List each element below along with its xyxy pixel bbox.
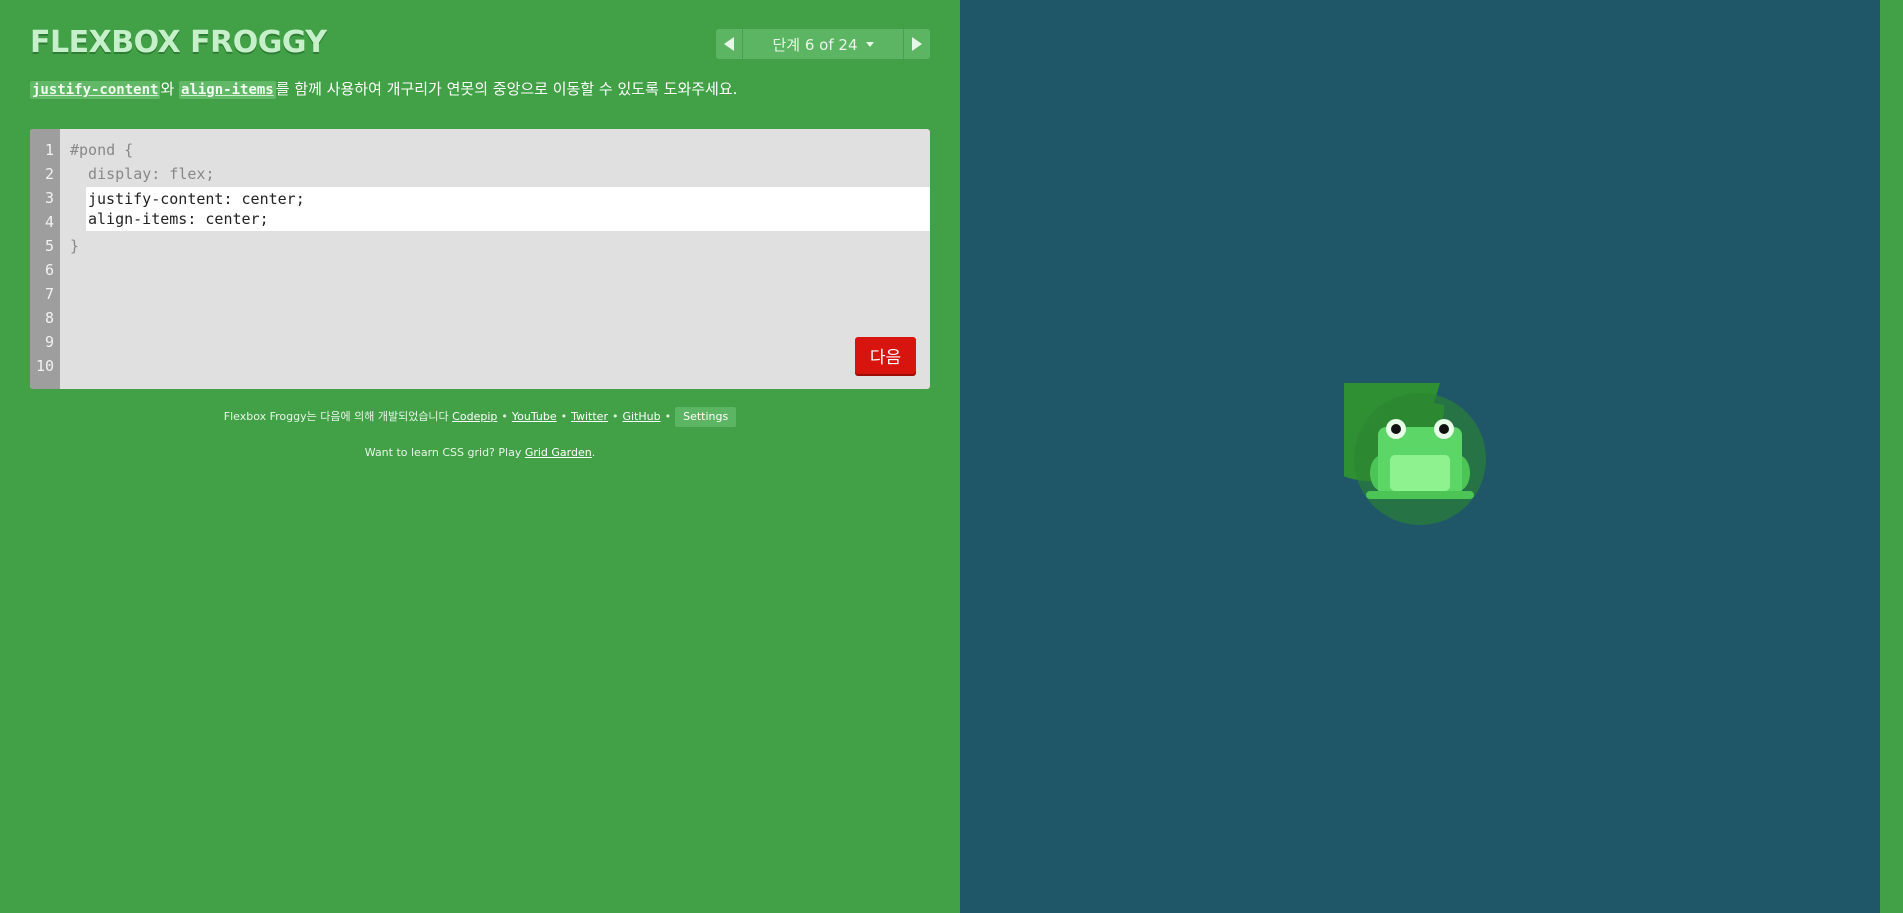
- arrow-right-icon: [912, 37, 922, 51]
- line-number: 6: [44, 261, 54, 279]
- line-number: 1: [44, 141, 54, 159]
- separator: •: [501, 410, 508, 423]
- caret-down-icon: [865, 41, 874, 47]
- code-line-selector: #pond {: [70, 141, 134, 159]
- line-number: 9: [44, 333, 54, 351]
- youtube-link[interactable]: YouTube: [512, 410, 557, 423]
- css-code-input[interactable]: justify-content: center; align-items: ce…: [86, 187, 930, 231]
- code-line-display: display: flex;: [70, 165, 215, 183]
- line-number: 3: [44, 189, 54, 207]
- input-line-align-items: align-items: center;: [88, 210, 269, 228]
- right-edge-strip: [1880, 0, 1903, 913]
- grid-garden-link[interactable]: Grid Garden: [525, 446, 592, 459]
- separator: •: [611, 410, 619, 423]
- property-help-align-items[interactable]: align-items: [179, 81, 276, 99]
- sidebar: FLEXBOX FROGGY 단계 6 of 24 justify-conten…: [0, 0, 960, 913]
- code-line-closing-brace: }: [70, 237, 80, 255]
- level-indicator-label: 단계 6 of 24: [772, 35, 858, 54]
- grid-garden-promo: Want to learn CSS grid? Play Grid Garden…: [0, 446, 960, 459]
- frog-icon: [1366, 419, 1474, 499]
- line-number: 2: [44, 165, 54, 183]
- line-number-gutter: 1 2 3 4 5 6 7 8 9 10: [30, 129, 60, 389]
- promo-suffix: .: [591, 446, 596, 459]
- level-instructions: justify-content 와 align-items 를 함께 사용하여 개구…: [30, 78, 930, 101]
- twitter-link[interactable]: Twitter: [571, 410, 608, 423]
- property-help-justify-content[interactable]: justify-content: [30, 81, 161, 99]
- line-number: 4: [44, 213, 54, 231]
- level-navigation: 단계 6 of 24: [716, 29, 930, 59]
- line-number: 10: [35, 357, 54, 375]
- previous-level-button[interactable]: [716, 29, 743, 59]
- next-button[interactable]: 다음: [855, 337, 916, 374]
- settings-button[interactable]: Settings: [675, 407, 737, 427]
- credits-prefix: Flexbox Froggy는 다음에 의해 개발되었습니다: [223, 410, 453, 423]
- instructions-text: 를 함께 사용하여 개구리가 연못의 중앙으로 이동할 수 있도록 도와주세요.: [275, 80, 738, 98]
- lilypad-frog: [1344, 383, 1486, 525]
- github-link[interactable]: GitHub: [622, 410, 660, 423]
- line-number: 5: [44, 237, 54, 255]
- arrow-left-icon: [724, 37, 734, 51]
- instructions-connector: 와: [160, 80, 180, 98]
- input-line-justify-content: justify-content: center;: [88, 190, 305, 208]
- next-level-button[interactable]: [903, 29, 930, 59]
- separator: •: [664, 410, 672, 423]
- promo-text: Want to learn CSS grid? Play: [364, 446, 525, 459]
- css-editor: 1 2 3 4 5 6 7 8 9 10 #pond { display: fl…: [30, 129, 930, 389]
- credits-bar: Flexbox Froggy는 다음에 의해 개발되었습니다 Codepip • Y…: [0, 407, 960, 427]
- line-number: 7: [44, 285, 54, 303]
- separator: •: [560, 410, 568, 423]
- app-logo-title: FLEXBOX FROGGY: [30, 25, 327, 60]
- codepip-link[interactable]: Codepip: [452, 410, 497, 423]
- level-indicator-dropdown[interactable]: 단계 6 of 24: [743, 29, 903, 59]
- line-number: 8: [44, 309, 54, 327]
